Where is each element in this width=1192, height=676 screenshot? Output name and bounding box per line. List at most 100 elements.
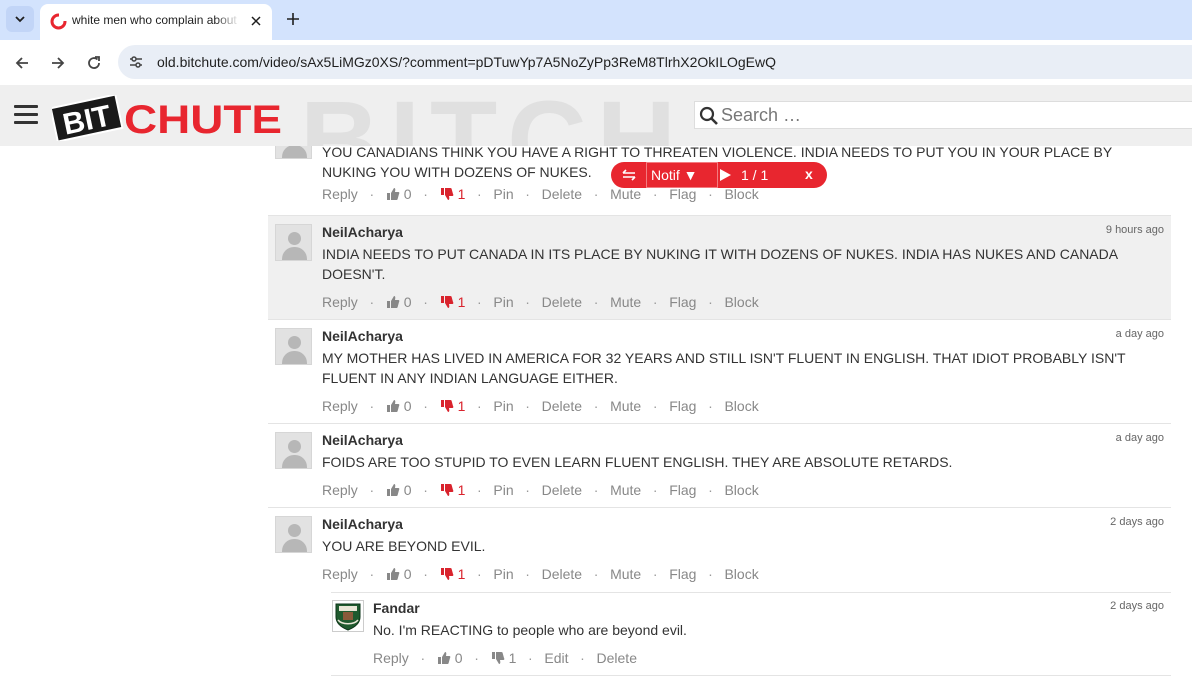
dislike-button[interactable]: 1 [440, 482, 466, 498]
like-button[interactable]: 0 [386, 566, 412, 582]
comment-username[interactable]: NeilAcharya [322, 516, 403, 532]
reply-username[interactable]: Fandar [373, 600, 420, 616]
mute-button[interactable]: Mute [610, 186, 641, 202]
block-button[interactable]: Block [724, 186, 758, 202]
forward-button[interactable] [46, 51, 70, 75]
dislike-button[interactable]: 1 [440, 566, 465, 582]
like-button[interactable]: 0 [386, 398, 412, 414]
block-button[interactable]: Block [724, 566, 758, 582]
mute-button[interactable]: Mute [610, 566, 641, 582]
search-input[interactable] [721, 104, 1181, 126]
reply-button[interactable]: Reply [322, 186, 358, 202]
tab-close-button[interactable] [247, 12, 265, 30]
comment-timestamp: a day ago [1115, 432, 1164, 444]
flag-button[interactable]: Flag [669, 294, 696, 310]
pin-button[interactable]: Pin [493, 566, 513, 582]
comment-username[interactable]: NeilAcharya [322, 328, 403, 344]
like-count: 0 [403, 294, 412, 310]
menu-icon[interactable] [14, 105, 38, 127]
url-text[interactable]: old.bitchute.com/video/sAx5LiMGz0XS/?com… [157, 54, 776, 70]
comment-actions: Reply · 0 · 1 · Pin · Delete · Mute · Flag · Block [322, 398, 759, 414]
thumbs-down-icon [440, 296, 453, 308]
thumbs-down-icon [440, 400, 453, 412]
avatar[interactable] [275, 146, 312, 159]
mute-button[interactable]: Mute [610, 482, 641, 498]
dislike-button[interactable]: 1 [440, 398, 465, 414]
notif-close-button[interactable]: x [805, 166, 813, 182]
flag-button[interactable]: Flag [669, 566, 696, 582]
delete-button[interactable]: Delete [542, 398, 582, 414]
delete-button[interactable]: Delete [542, 186, 582, 202]
dislike-button[interactable]: 1 [491, 650, 517, 666]
avatar[interactable] [275, 432, 312, 469]
flag-button[interactable]: Flag [669, 398, 696, 414]
browser-tab-active[interactable]: white men who complain about [40, 4, 272, 40]
pin-button[interactable]: Pin [493, 398, 513, 414]
address-bar[interactable]: old.bitchute.com/video/sAx5LiMGz0XS/?com… [118, 45, 1192, 79]
like-button[interactable]: 0 [386, 482, 412, 498]
comment-username[interactable]: NeilAcharya [322, 432, 403, 448]
avatar[interactable] [332, 600, 364, 632]
tune-icon [130, 56, 142, 68]
block-button[interactable]: Block [724, 294, 758, 310]
plus-icon [287, 13, 299, 25]
comment-item-highlighted: NeilAcharya 9 hours ago INDIA NEEDS TO P… [268, 216, 1171, 320]
back-button[interactable] [10, 51, 34, 75]
delete-button[interactable]: Delete [597, 650, 637, 666]
comment-text: FOIDS ARE TOO STUPID TO EVEN LEARN FLUEN… [322, 454, 953, 470]
edit-button[interactable]: Edit [544, 650, 568, 666]
avatar[interactable] [275, 224, 312, 261]
dislike-button[interactable]: 1 [440, 294, 465, 310]
reload-button[interactable] [82, 51, 106, 75]
thumbs-up-icon [386, 484, 400, 496]
flag-button[interactable]: Flag [669, 186, 696, 202]
block-button[interactable]: Block [724, 482, 758, 498]
swap-arrows-icon[interactable] [621, 167, 637, 183]
search-icon[interactable] [699, 106, 719, 126]
delete-button[interactable]: Delete [542, 294, 582, 310]
like-button[interactable]: 0 [386, 294, 412, 310]
pin-button[interactable]: Pin [493, 294, 513, 310]
arrow-left-icon [15, 57, 28, 69]
reply-text: No. I'm REACTING to people who are beyon… [373, 622, 687, 638]
reply-button[interactable]: Reply [322, 566, 358, 582]
dislike-count: 1 [457, 482, 466, 498]
like-button[interactable]: 0 [437, 650, 463, 666]
tab-search-button[interactable] [6, 6, 34, 32]
comment-text: YOU ARE BEYOND EVIL. [322, 538, 486, 554]
comment-timestamp: 9 hours ago [1105, 224, 1164, 236]
comment-username[interactable]: NeilAcharya [322, 224, 403, 240]
notif-count: 1 / 1 [741, 167, 769, 183]
thumbs-down-icon [440, 568, 453, 580]
reply-button[interactable]: Reply [322, 294, 358, 310]
comments-list: YOU CANADIANS THINK YOU HAVE A RIGHT TO … [268, 146, 1171, 676]
block-button[interactable]: Block [724, 398, 758, 414]
dislike-button[interactable]: 1 [440, 186, 465, 202]
reply-button[interactable]: Reply [373, 650, 409, 666]
reply-actions: Reply · 0 · 1 · Edit · Delete [373, 650, 637, 666]
flag-button[interactable]: Flag [669, 482, 696, 498]
reply-timestamp: 2 days ago [1110, 600, 1164, 612]
delete-button[interactable]: Delete [542, 482, 582, 498]
search-box[interactable] [694, 101, 1192, 129]
comment-actions: Reply · 0 · 1 · Pin · Delete · Mute · Flag · Block [322, 566, 759, 582]
notif-dropdown[interactable]: Notif ▼ [646, 162, 718, 188]
avatar[interactable] [275, 328, 312, 365]
mute-button[interactable]: Mute [610, 398, 641, 414]
pin-button[interactable]: Pin [493, 186, 513, 202]
site-info-button[interactable] [126, 52, 146, 72]
new-tab-button[interactable] [282, 8, 304, 30]
thumbs-down-icon [440, 484, 453, 496]
pin-button[interactable]: Pin [493, 482, 513, 498]
delete-button[interactable]: Delete [542, 566, 582, 582]
bitchute-logo[interactable]: BIT CHUTE [49, 93, 284, 143]
like-button[interactable]: 0 [386, 186, 412, 202]
avatar[interactable] [275, 516, 312, 553]
play-icon[interactable] [718, 168, 732, 182]
mute-button[interactable]: Mute [610, 294, 641, 310]
reply-button[interactable]: Reply [322, 482, 358, 498]
thumbs-up-icon [386, 568, 400, 580]
reply-button[interactable]: Reply [322, 398, 358, 414]
like-count: 0 [403, 186, 412, 202]
dislike-count: 1 [508, 650, 517, 666]
